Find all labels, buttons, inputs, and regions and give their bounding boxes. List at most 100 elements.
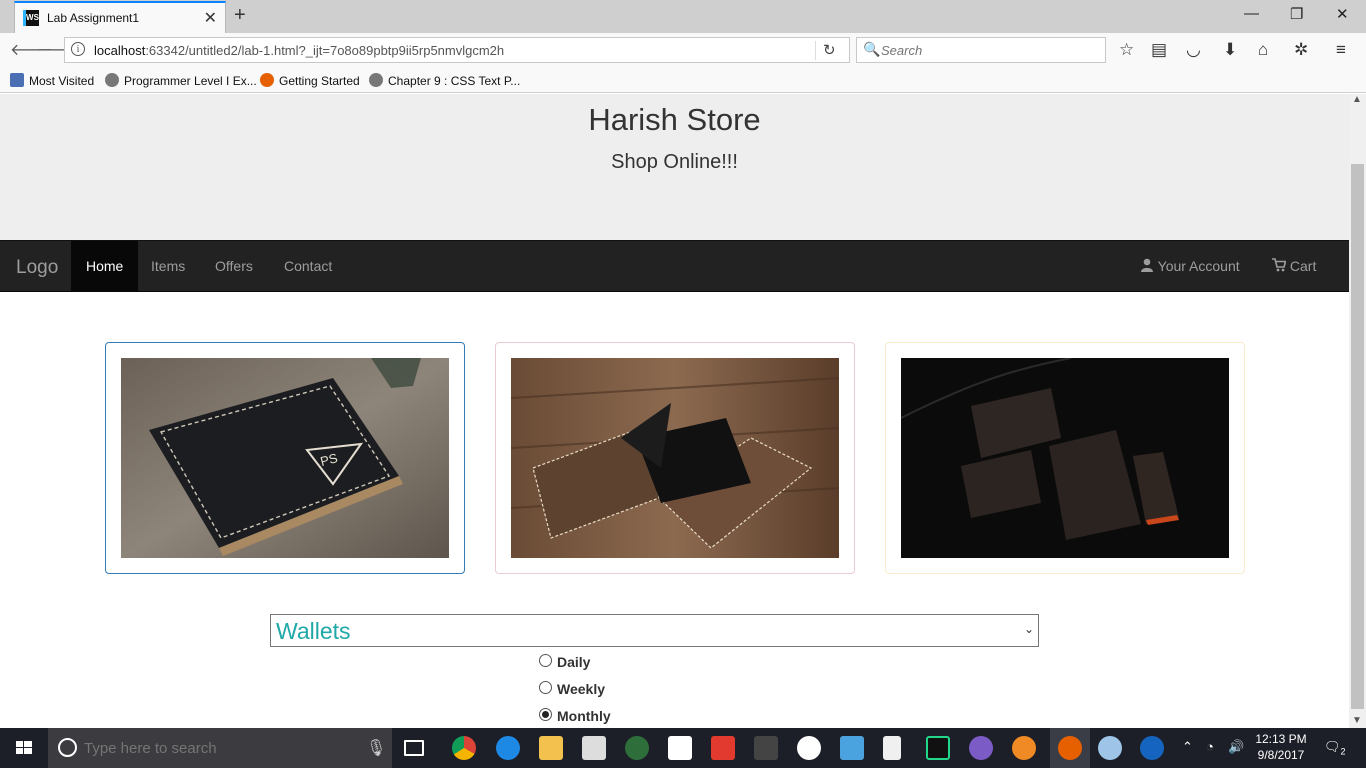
- url-divider: [815, 41, 816, 60]
- search-input[interactable]: [881, 41, 1101, 59]
- bookmark-star-icon[interactable]: ☆: [1119, 40, 1134, 60]
- browser-tab[interactable]: WS Lab Assignment1 ✕: [14, 1, 226, 33]
- windows-logo-icon: [16, 741, 32, 754]
- bookmarks-toolbar: Most Visited Programmer Level I Ex... Ge…: [0, 67, 1366, 93]
- start-button[interactable]: [0, 728, 48, 768]
- store-icon[interactable]: [582, 736, 606, 760]
- back-icon[interactable]: 🡐: [10, 39, 53, 60]
- store-subtitle: Shop Online!!!: [611, 151, 738, 173]
- settings-gear-app-icon[interactable]: [1012, 736, 1036, 760]
- firefox-icon: [1058, 736, 1082, 760]
- extension-icon[interactable]: ✲: [1294, 40, 1308, 60]
- home-icon[interactable]: ⌂: [1258, 40, 1268, 60]
- nav-cart[interactable]: Cart: [1272, 241, 1316, 291]
- cart-icon: [1272, 258, 1287, 272]
- product-card-3[interactable]: [885, 342, 1245, 574]
- radio-weekly-button[interactable]: [539, 681, 552, 694]
- search-icon: 🔍: [863, 41, 881, 57]
- navbar-brand[interactable]: Logo: [16, 257, 58, 279]
- action-center-icon[interactable]: 🗨2: [1324, 739, 1346, 757]
- product-image-wallet-set[interactable]: [901, 358, 1229, 558]
- close-tab-icon[interactable]: ✕: [204, 8, 217, 28]
- scroll-down-icon[interactable]: ▼: [1352, 715, 1362, 726]
- notification-count: 2: [1340, 746, 1346, 757]
- help-icon[interactable]: [1140, 736, 1164, 760]
- bookmark-getting-started[interactable]: Getting Started: [260, 73, 360, 88]
- webstorm-favicon-icon: WS: [23, 10, 39, 26]
- cloud-app-icon[interactable]: [840, 736, 864, 760]
- page-viewport: Harish Store Shop Online!!! Logo Home It…: [0, 94, 1349, 728]
- webstorm-icon[interactable]: [926, 736, 950, 760]
- scrollbar-thumb[interactable]: [1351, 164, 1364, 709]
- new-tab-icon[interactable]: +: [234, 4, 246, 27]
- taskbar-search[interactable]: 🎙: [48, 728, 392, 768]
- amazon-icon[interactable]: [754, 736, 778, 760]
- bookmark-programmer-level[interactable]: Programmer Level I Ex...: [105, 73, 257, 88]
- radio-daily-button[interactable]: [539, 654, 552, 667]
- minimize-icon[interactable]: —: [1244, 5, 1259, 22]
- chevron-down-icon: ⌄: [1023, 622, 1034, 636]
- page-scrollbar[interactable]: ▲ ▼: [1349, 94, 1366, 728]
- app-icon-purple[interactable]: [969, 736, 993, 760]
- downloads-icon[interactable]: ⬇: [1223, 40, 1237, 60]
- bookmark-most-visited[interactable]: Most Visited: [10, 73, 94, 88]
- category-select[interactable]: Wallets ⌄: [270, 614, 1039, 647]
- chrome-icon[interactable]: [452, 736, 476, 760]
- firefox-icon: [260, 73, 274, 87]
- most-visited-icon: [10, 73, 24, 87]
- forward-icon[interactable]: 🡒: [37, 39, 80, 60]
- file-explorer-icon[interactable]: [539, 736, 563, 760]
- radio-monthly-label: Monthly: [557, 708, 611, 724]
- menu-icon[interactable]: ≡: [1336, 40, 1346, 60]
- scroll-up-icon[interactable]: ▲: [1352, 94, 1362, 105]
- nav-items[interactable]: Items: [136, 241, 200, 291]
- app-icon-green[interactable]: [625, 736, 649, 760]
- paint-icon[interactable]: [1098, 736, 1122, 760]
- pocket-icon[interactable]: ◡: [1186, 40, 1201, 60]
- microphone-icon[interactable]: 🎙: [366, 738, 386, 758]
- url-text: localhost:63342/untitled2/lab-1.html?_ij…: [94, 43, 505, 58]
- product-image-black-wallet[interactable]: PS: [121, 358, 449, 558]
- product-card-1[interactable]: PS: [105, 342, 465, 574]
- category-selected-value: Wallets: [276, 618, 351, 644]
- hp-icon[interactable]: [797, 736, 821, 760]
- bookmark-chapter-9[interactable]: Chapter 9 : CSS Text P...: [369, 73, 520, 88]
- nav-home[interactable]: Home: [71, 241, 139, 291]
- nav-offers[interactable]: Offers: [200, 241, 268, 291]
- clock-time: 12:13 PM: [1255, 732, 1307, 746]
- wifi-icon[interactable]: ◔: [1206, 739, 1214, 754]
- search-bar[interactable]: 🔍: [856, 37, 1106, 63]
- app-icon-colorful[interactable]: [711, 736, 735, 760]
- globe-icon: [105, 73, 119, 87]
- product-image-leather-cardholder[interactable]: [511, 358, 839, 558]
- reload-icon[interactable]: ↻: [823, 41, 836, 59]
- windows-taskbar: 🎙 ⌃ ◔ 🔊 12:13 PM 9/8/2017 🗨2: [0, 728, 1366, 768]
- radio-weekly-label: Weekly: [557, 681, 605, 697]
- taskbar-search-input[interactable]: [84, 739, 344, 757]
- address-bar[interactable]: i localhost:63342/untitled2/lab-1.html?_…: [64, 37, 850, 63]
- nav-contact[interactable]: Contact: [269, 241, 347, 291]
- volume-icon[interactable]: 🔊: [1228, 739, 1244, 755]
- tab-title: Lab Assignment1: [47, 11, 140, 25]
- clock[interactable]: 12:13 PM 9/8/2017: [1248, 731, 1314, 763]
- cortana-icon: [58, 738, 77, 757]
- store-title: Harish Store: [588, 102, 761, 137]
- site-info-icon[interactable]: i: [71, 42, 85, 56]
- jumbotron: Harish Store Shop Online!!!: [0, 94, 1349, 240]
- window-close-icon[interactable]: ✕: [1336, 5, 1349, 23]
- browser-toolbar: 🡐 🡒 i localhost:63342/untitled2/lab-1.ht…: [0, 33, 1366, 67]
- product-card-2[interactable]: [495, 342, 855, 574]
- show-hidden-icons-icon[interactable]: ⌃: [1182, 739, 1193, 755]
- user-icon: [1141, 258, 1153, 272]
- clock-date: 9/8/2017: [1257, 748, 1305, 762]
- radio-monthly-button[interactable]: [539, 708, 552, 721]
- globe-icon: [369, 73, 383, 87]
- document-icon[interactable]: [883, 736, 901, 760]
- task-view-icon[interactable]: [404, 740, 424, 756]
- reading-list-icon[interactable]: ▤: [1151, 40, 1167, 60]
- browser-tab-strip: WS Lab Assignment1 ✕ + — ❐ ✕: [0, 0, 1366, 33]
- home-app-icon[interactable]: [668, 736, 692, 760]
- edge-icon[interactable]: [496, 736, 520, 760]
- nav-your-account[interactable]: Your Account: [1140, 241, 1240, 291]
- restore-icon[interactable]: ❐: [1290, 5, 1303, 23]
